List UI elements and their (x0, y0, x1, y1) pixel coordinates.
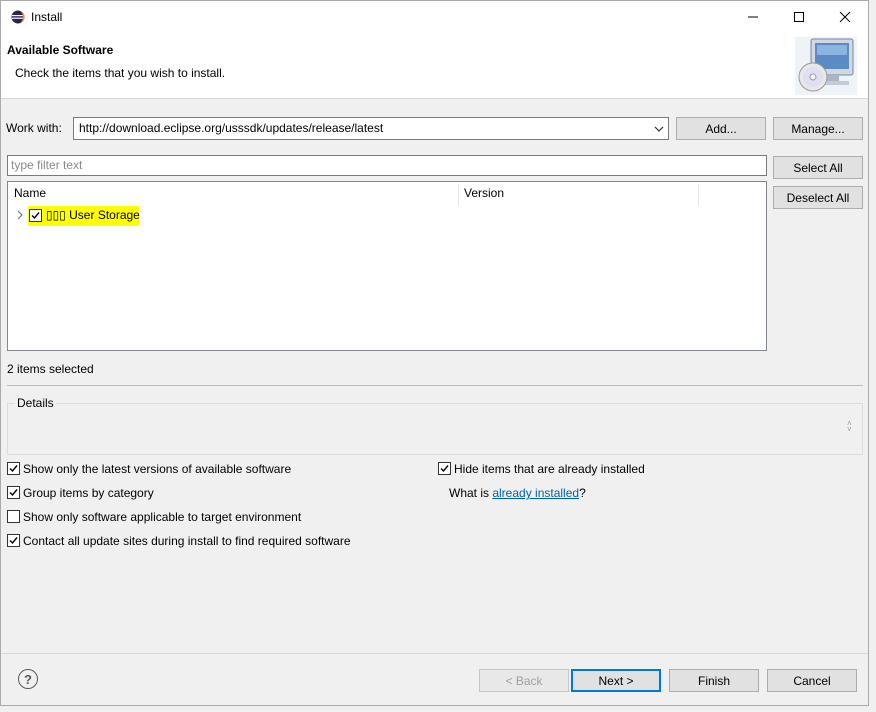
column-header-version[interactable]: Version (464, 186, 504, 200)
page-description: Check the items that you wish to install… (15, 66, 226, 80)
eclipse-icon (11, 10, 25, 24)
group-by-category-label[interactable]: Group items by category (23, 486, 154, 500)
chevron-right-icon[interactable] (16, 210, 24, 220)
wizard-header: Available Software Check the items that … (1, 33, 868, 99)
select-all-button[interactable]: Select All (773, 156, 863, 179)
software-tree[interactable]: Name Version ▯▯▯ User Storage (7, 181, 767, 351)
maximize-icon (794, 12, 804, 22)
manage-sites-button[interactable]: Manage... (773, 117, 863, 140)
checkmark-icon (31, 212, 40, 220)
hide-installed-label[interactable]: Hide items that are already installed (454, 462, 645, 476)
page-title: Available Software (7, 43, 114, 57)
target-env-checkbox[interactable] (7, 510, 20, 523)
footer-divider (1, 653, 868, 654)
filter-input[interactable]: type filter text (7, 155, 767, 176)
what-is-installed: What is already installed? (449, 486, 586, 500)
finish-button[interactable]: Finish (669, 669, 759, 692)
column-separator (698, 184, 699, 206)
computer-cd-icon (795, 37, 857, 95)
latest-versions-label[interactable]: Show only the latest versions of availab… (23, 462, 291, 476)
what-is-suffix: ? (579, 486, 586, 500)
group-by-category-checkbox[interactable] (7, 486, 20, 499)
help-icon[interactable]: ? (18, 669, 38, 689)
deselect-all-button[interactable]: Deselect All (773, 186, 863, 209)
column-header-name[interactable]: Name (14, 186, 46, 200)
work-with-label: Work with: (6, 121, 62, 135)
target-env-label[interactable]: Show only software applicable to target … (23, 510, 301, 524)
column-separator (458, 184, 459, 206)
details-label: Details (15, 396, 56, 410)
window-title: Install (31, 10, 63, 24)
details-group (7, 403, 863, 455)
minimize-button[interactable] (730, 1, 776, 33)
already-installed-link[interactable]: already installed (492, 486, 579, 500)
contact-sites-checkbox[interactable] (7, 534, 20, 547)
checkmark-icon (9, 537, 18, 545)
tree-item-checkbox[interactable] (29, 209, 42, 222)
close-icon (839, 11, 851, 23)
work-with-value: http://download.eclipse.org/usssdk/updat… (79, 121, 384, 135)
latest-versions-checkbox[interactable] (7, 462, 20, 475)
next-button[interactable]: Next > (571, 669, 661, 692)
work-with-combo[interactable]: http://download.eclipse.org/usssdk/updat… (73, 117, 669, 140)
tree-item-label[interactable]: ▯▯▯ User Storage (46, 208, 140, 222)
scroll-arrows-icon[interactable]: ˄ ˅ (847, 420, 852, 434)
contact-sites-label[interactable]: Contact all update sites during install … (23, 534, 351, 548)
checkmark-icon (9, 465, 18, 473)
checkmark-icon (9, 489, 18, 497)
hide-installed-checkbox[interactable] (438, 462, 451, 475)
what-is-prefix: What is (449, 486, 493, 500)
selection-status: 2 items selected (7, 362, 94, 376)
minimize-icon (748, 16, 758, 18)
checkmark-icon (440, 465, 449, 473)
install-dialog: Install Available Software Check the ite… (0, 0, 869, 706)
divider (7, 385, 863, 386)
filter-placeholder: type filter text (11, 158, 83, 172)
back-button[interactable]: < Back (479, 669, 569, 692)
chevron-down-icon (654, 126, 664, 132)
title-bar: Install (1, 1, 868, 33)
maximize-button[interactable] (776, 1, 822, 33)
add-site-button[interactable]: Add... (676, 117, 766, 140)
close-button[interactable] (822, 1, 868, 33)
cancel-button[interactable]: Cancel (767, 669, 857, 692)
